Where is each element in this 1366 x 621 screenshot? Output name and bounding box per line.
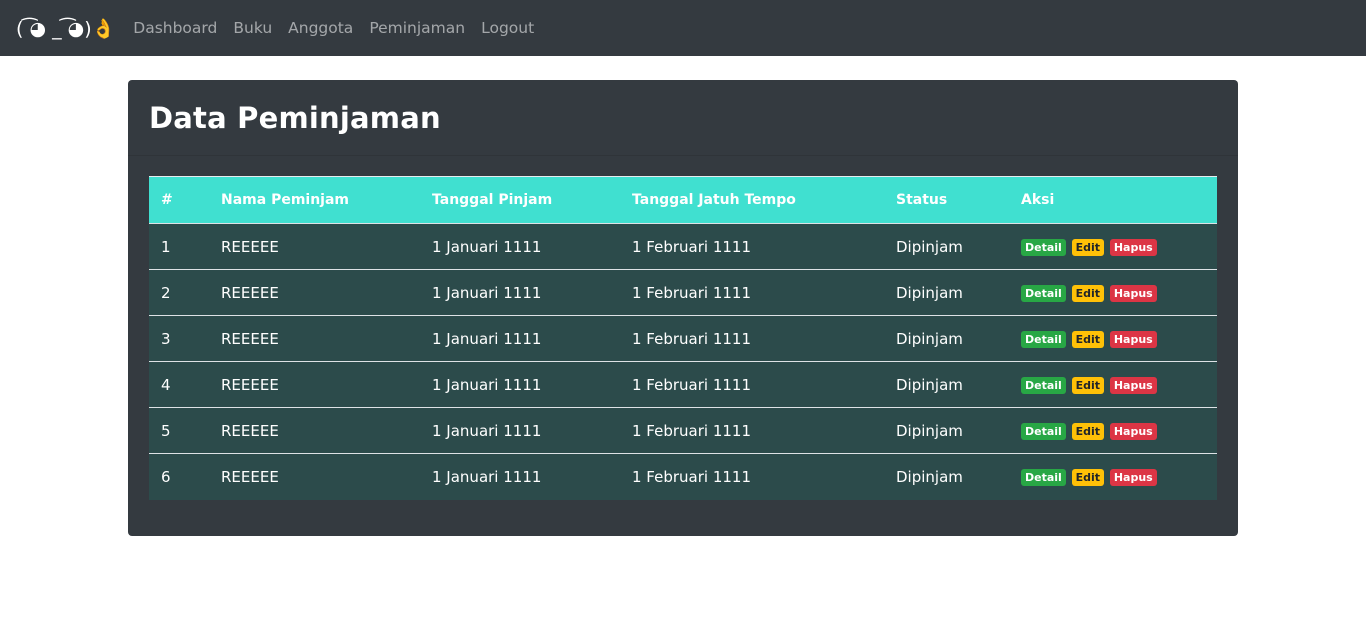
nav-link-buku[interactable]: Buku (233, 19, 272, 37)
cell-number: 2 (161, 283, 171, 302)
header-aksi: Aksi (1009, 176, 1217, 224)
header-tanggal-pinjam: Tanggal Pinjam (420, 176, 620, 224)
cell-number: 1 (161, 237, 171, 256)
detail-button[interactable]: Detail (1021, 331, 1066, 348)
edit-button[interactable]: Edit (1071, 423, 1105, 440)
loans-table: # Nama Peminjam Tanggal Pinjam Tanggal J… (149, 176, 1217, 500)
hapus-button[interactable]: Hapus (1109, 331, 1157, 348)
edit-button[interactable]: Edit (1071, 377, 1105, 394)
cell-nama: REEEEE (221, 329, 279, 348)
cell-nama: REEEEE (221, 467, 279, 486)
cell-tanggal-jatuh-tempo: 1 Februari 1111 (632, 421, 752, 440)
cell-tanggal-pinjam: 1 Januari 1111 (432, 237, 542, 256)
nav-link-dashboard[interactable]: Dashboard (133, 19, 217, 37)
cell-tanggal-pinjam: 1 Januari 1111 (432, 283, 542, 302)
table-row: 3 REEEEE 1 Januari 1111 1 Februari 1111 Dipi… (149, 315, 1217, 362)
cell-number: 5 (161, 421, 171, 440)
cell-aksi: Detail Edit Hapus (1009, 362, 1217, 408)
cell-tanggal-jatuh-tempo: 1 Februari 1111 (632, 237, 752, 256)
cell-tanggal-pinjam: 1 Januari 1111 (432, 467, 542, 486)
cell-aksi: Detail Edit Hapus (1009, 408, 1217, 454)
table-header-row: # Nama Peminjam Tanggal Pinjam Tanggal J… (149, 176, 1217, 224)
cell-tanggal-pinjam: 1 Januari 1111 (432, 375, 542, 394)
cell-tanggal-pinjam: 1 Januari 1111 (432, 421, 542, 440)
navbar-brand[interactable]: ( ͡◕ _ ͡◕)👌 (16, 17, 115, 40)
cell-tanggal-jatuh-tempo: 1 Februari 1111 (632, 329, 752, 348)
cell-aksi: Detail Edit Hapus (1009, 316, 1217, 362)
table-row: 2 REEEEE 1 Januari 1111 1 Februari 1111 Dipi… (149, 269, 1217, 316)
hapus-button[interactable]: Hapus (1109, 377, 1157, 394)
hapus-button[interactable]: Hapus (1109, 469, 1157, 487)
cell-tanggal-jatuh-tempo: 1 Februari 1111 (632, 283, 752, 302)
cell-nama: REEEEE (221, 237, 279, 256)
edit-button[interactable]: Edit (1071, 331, 1105, 348)
cell-nama: REEEEE (221, 283, 279, 302)
cell-number: 4 (161, 375, 171, 394)
table-row: 1 REEEEE 1 Januari 1111 1 Februari 1111 Dipi… (149, 223, 1217, 270)
cell-aksi: Detail Edit Hapus (1009, 454, 1217, 500)
edit-button[interactable]: Edit (1071, 285, 1105, 302)
page-title: Data Peminjaman (149, 100, 441, 135)
data-card: Data Peminjaman # Nama Peminjam Tanggal … (128, 80, 1238, 536)
detail-button[interactable]: Detail (1021, 285, 1066, 302)
nav-link-anggota[interactable]: Anggota (288, 19, 353, 37)
table-row: 5 REEEEE 1 Januari 1111 1 Februari 1111 Dipi… (149, 407, 1217, 454)
cell-number: 3 (161, 329, 171, 348)
cell-status: Dipinjam (896, 467, 963, 486)
detail-button[interactable]: Detail (1021, 377, 1066, 394)
navbar: ( ͡◕ _ ͡◕)👌 Dashboard Buku Anggota Pemin… (0, 0, 1366, 56)
cell-status: Dipinjam (896, 283, 963, 302)
header-tanggal-jatuh-tempo: Tanggal Jatuh Tempo (620, 176, 884, 224)
cell-tanggal-jatuh-tempo: 1 Februari 1111 (632, 375, 752, 394)
cell-nama: REEEEE (221, 421, 279, 440)
cell-status: Dipinjam (896, 421, 963, 440)
cell-tanggal-pinjam: 1 Januari 1111 (432, 329, 542, 348)
detail-button[interactable]: Detail (1021, 239, 1066, 256)
nav-links: Dashboard Buku Anggota Peminjaman Logout (133, 19, 550, 37)
cell-status: Dipinjam (896, 375, 963, 394)
header-number: # (149, 176, 209, 224)
detail-button[interactable]: Detail (1021, 469, 1066, 487)
card-header: Data Peminjaman (128, 80, 1238, 156)
cell-status: Dipinjam (896, 237, 963, 256)
header-nama-peminjam: Nama Peminjam (209, 176, 420, 224)
nav-link-peminjaman[interactable]: Peminjaman (369, 19, 465, 37)
edit-button[interactable]: Edit (1071, 239, 1105, 256)
hapus-button[interactable]: Hapus (1109, 239, 1157, 256)
cell-tanggal-jatuh-tempo: 1 Februari 1111 (632, 467, 752, 486)
header-status: Status (884, 176, 1009, 224)
nav-link-logout[interactable]: Logout (481, 19, 534, 37)
cell-nama: REEEEE (221, 375, 279, 394)
hapus-button[interactable]: Hapus (1109, 285, 1157, 302)
cell-aksi: Detail Edit Hapus (1009, 224, 1217, 270)
table-row: 6 REEEEE 1 Januari 1111 1 Februari 1111 Dipi… (149, 453, 1217, 500)
cell-number: 6 (161, 467, 171, 486)
card-body: # Nama Peminjam Tanggal Pinjam Tanggal J… (128, 156, 1238, 520)
hapus-button[interactable]: Hapus (1109, 423, 1157, 440)
detail-button[interactable]: Detail (1021, 423, 1066, 440)
cell-aksi: Detail Edit Hapus (1009, 270, 1217, 316)
cell-status: Dipinjam (896, 329, 963, 348)
edit-button[interactable]: Edit (1071, 469, 1105, 487)
table-row: 4 REEEEE 1 Januari 1111 1 Februari 1111 Dipi… (149, 361, 1217, 408)
